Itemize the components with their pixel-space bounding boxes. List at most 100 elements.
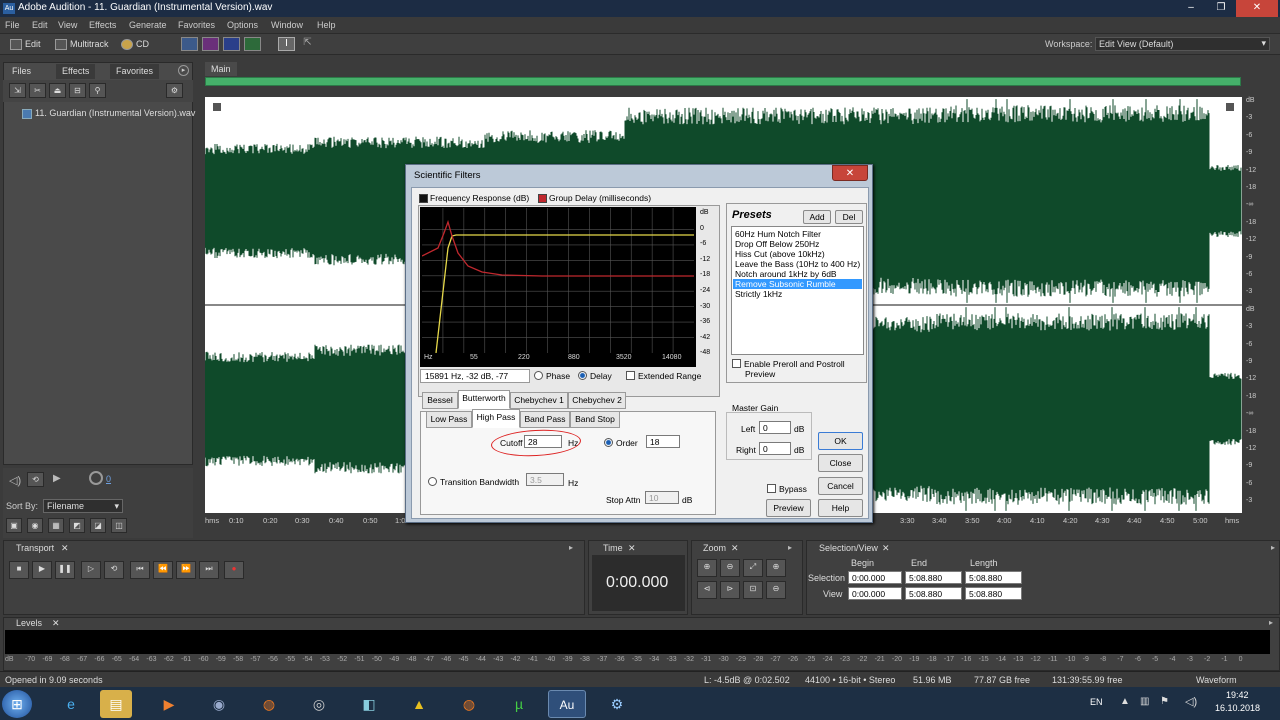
- selection-begin-field[interactable]: 0:00.000: [848, 571, 902, 584]
- preroll-checkbox[interactable]: Enable Preroll and Postroll: [732, 359, 845, 369]
- menu-favorites[interactable]: Favorites: [178, 20, 215, 30]
- panel-menu-icon[interactable]: ▸: [1269, 618, 1273, 627]
- view-length-field[interactable]: 5:08.880: [965, 587, 1022, 600]
- preset-item[interactable]: Drop Off Below 250Hz: [735, 239, 819, 249]
- show-video-icon[interactable]: ▦: [48, 518, 64, 533]
- delay-radio[interactable]: Delay: [578, 371, 612, 381]
- internet-explorer-icon[interactable]: e: [52, 690, 90, 718]
- dialog-close-button[interactable]: ✕: [832, 165, 868, 181]
- tab-chebychev-1[interactable]: Chebychev 1: [510, 392, 568, 409]
- scroll-left-marker-icon[interactable]: [213, 103, 221, 111]
- tab-main[interactable]: Main: [205, 62, 237, 76]
- show-full-path-icon[interactable]: ◪: [90, 518, 106, 533]
- start-button-icon[interactable]: ⊞: [2, 690, 32, 718]
- media-player-icon[interactable]: ▶: [150, 690, 188, 718]
- zoom-in-horizontal-icon[interactable]: ⊕: [697, 559, 717, 577]
- media-center-icon[interactable]: ◉: [200, 690, 238, 718]
- menu-effects[interactable]: Effects: [89, 20, 116, 30]
- play-file-icon[interactable]: ⚲: [89, 83, 106, 98]
- close-file-icon[interactable]: ✂: [29, 83, 46, 98]
- vlc-icon[interactable]: ▲: [400, 690, 438, 718]
- show-cue-icon[interactable]: ◫: [111, 518, 127, 533]
- panel-menu-icon[interactable]: ▸: [788, 543, 792, 552]
- adobe-audition-taskbar-icon[interactable]: Au: [548, 690, 586, 718]
- close-button[interactable]: ✕: [1236, 0, 1278, 17]
- disc-burner-icon[interactable]: ◎: [300, 690, 338, 718]
- maximize-button[interactable]: ❐: [1206, 0, 1236, 17]
- menu-help[interactable]: Help: [317, 20, 336, 30]
- tab-low-pass[interactable]: Low Pass: [426, 411, 472, 428]
- preset-item[interactable]: Strictly 1kHz: [735, 289, 782, 299]
- loop-play-icon[interactable]: ⟲: [104, 561, 124, 579]
- clock-time[interactable]: 19:42: [1226, 690, 1249, 700]
- add-preset-button[interactable]: Add: [803, 210, 831, 224]
- menu-view[interactable]: View: [58, 20, 77, 30]
- clock-date[interactable]: 16.10.2018: [1215, 703, 1260, 713]
- workspace-select[interactable]: Edit View (Default) ▾: [1095, 37, 1270, 51]
- menu-generate[interactable]: Generate: [129, 20, 167, 30]
- preset-item[interactable]: Hiss Cut (above 10kHz): [735, 249, 825, 259]
- file-explorer-icon[interactable]: ▤: [100, 690, 132, 718]
- play-icon[interactable]: ▶: [53, 473, 61, 484]
- network-icon[interactable]: ▥: [1140, 696, 1149, 707]
- selection-close-icon[interactable]: ✕: [882, 543, 890, 554]
- zoom-close-icon[interactable]: ✕: [731, 543, 739, 554]
- order-field[interactable]: 18: [646, 435, 680, 448]
- volume-tray-icon[interactable]: ◁): [1185, 695, 1197, 708]
- phase-view-icon[interactable]: [244, 37, 261, 51]
- minimize-button[interactable]: –: [1176, 0, 1206, 17]
- zoom-full-icon[interactable]: ⤢: [743, 559, 763, 577]
- ok-button[interactable]: OK: [818, 432, 863, 450]
- volume-value[interactable]: 0: [106, 474, 111, 484]
- speaker-icon[interactable]: ◁): [9, 474, 21, 487]
- extended-range-checkbox[interactable]: Extended Range: [626, 371, 701, 381]
- scroll-right-marker-icon[interactable]: [1226, 103, 1234, 111]
- play-icon[interactable]: ▶: [32, 561, 52, 579]
- preset-list[interactable]: 60Hz Hum Notch Filter Drop Off Below 250…: [731, 226, 864, 355]
- control-panel-icon[interactable]: ⚙: [598, 690, 636, 718]
- rewind-icon[interactable]: ⏪: [153, 561, 173, 579]
- order-radio[interactable]: Order: [604, 438, 638, 448]
- phase-radio[interactable]: Phase: [534, 371, 570, 381]
- play-to-end-icon[interactable]: ▷: [81, 561, 101, 579]
- selection-length-field[interactable]: 5:08.880: [965, 571, 1022, 584]
- zoom-out-horizontal-icon[interactable]: ⊖: [720, 559, 740, 577]
- preset-item[interactable]: 60Hz Hum Notch Filter: [735, 229, 821, 239]
- tab-bessel[interactable]: Bessel: [422, 392, 458, 409]
- tab-favorites[interactable]: Favorites: [110, 64, 160, 79]
- show-loop-icon[interactable]: ◉: [27, 518, 43, 533]
- tab-band-pass[interactable]: Band Pass: [520, 411, 570, 428]
- transport-close-icon[interactable]: ✕: [61, 543, 69, 554]
- go-to-start-icon[interactable]: ⏮: [130, 561, 150, 579]
- record-icon[interactable]: ●: [224, 561, 244, 579]
- zoom-to-left-icon[interactable]: ⊲: [697, 581, 717, 599]
- tab-effects[interactable]: Effects: [56, 64, 96, 79]
- selection-end-field[interactable]: 5:08.880: [905, 571, 962, 584]
- tab-butterworth[interactable]: Butterworth: [458, 390, 510, 409]
- panel-menu-icon[interactable]: ▸: [1271, 543, 1275, 552]
- zoom-to-right-icon[interactable]: ⊳: [720, 581, 740, 599]
- utorrent-icon[interactable]: µ: [500, 690, 538, 718]
- menu-edit[interactable]: Edit: [32, 20, 48, 30]
- delete-preset-button[interactable]: Del: [835, 210, 863, 224]
- zoom-selection-icon[interactable]: ⊡: [743, 581, 763, 599]
- panel-menu-icon[interactable]: ▸: [178, 65, 189, 76]
- edit-file-icon[interactable]: ⏏: [49, 83, 66, 98]
- show-file-icon[interactable]: ▣: [6, 518, 22, 533]
- right-gain-field[interactable]: 0: [759, 442, 791, 455]
- transition-bandwidth-radio[interactable]: Transition Bandwidth: [428, 477, 519, 487]
- edit-view-button[interactable]: Edit: [10, 37, 41, 52]
- time-close-icon[interactable]: ✕: [628, 543, 636, 554]
- levels-close-icon[interactable]: ✕: [52, 618, 60, 629]
- zoom-out-vertical-icon[interactable]: ⊖: [766, 581, 786, 599]
- flag-icon[interactable]: ⚑: [1160, 696, 1169, 707]
- time-selection-tool-icon[interactable]: I: [278, 37, 295, 51]
- preview-button[interactable]: Preview: [766, 499, 811, 517]
- show-hidden-icons-icon[interactable]: ▲: [1120, 696, 1130, 707]
- spectral-view-icon[interactable]: [202, 37, 219, 51]
- zoom-in-vertical-icon[interactable]: ⊕: [766, 559, 786, 577]
- left-gain-field[interactable]: 0: [759, 421, 791, 434]
- file-list-item[interactable]: 11. Guardian (Instrumental Version).wav: [22, 108, 195, 119]
- show-midi-icon[interactable]: ◩: [69, 518, 85, 533]
- view-end-field[interactable]: 5:08.880: [905, 587, 962, 600]
